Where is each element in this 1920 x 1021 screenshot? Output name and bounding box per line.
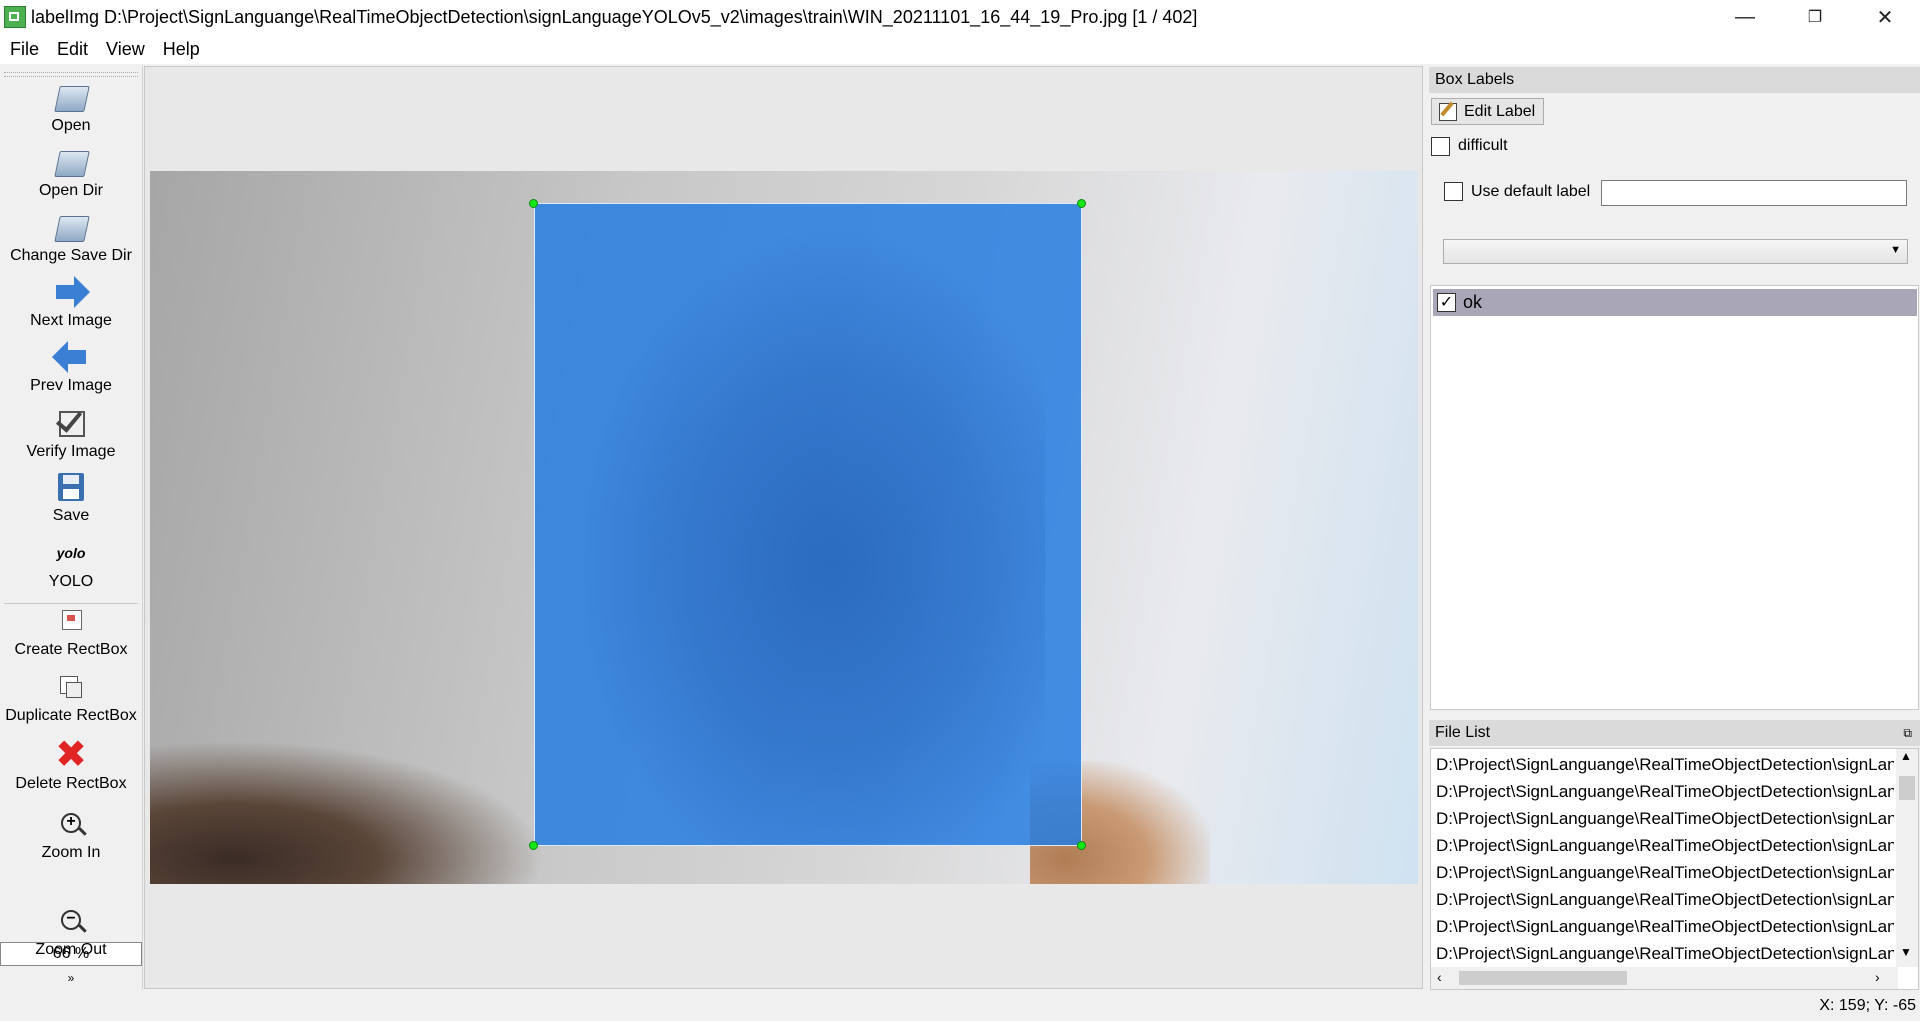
status-bar: X: 159; Y: -65 (0, 993, 1920, 1021)
delete-x-icon: ✖ (55, 734, 87, 776)
duplicate-rectbox-button[interactable]: Duplicate RectBox (0, 670, 142, 725)
cursor-coordinates: X: 159; Y: -65 (1819, 997, 1916, 1014)
left-toolbar: Open Open Dir Change Save Dir Next Image… (0, 66, 143, 989)
edit-label-text: Edit Label (1464, 103, 1536, 120)
open-button[interactable]: Open (0, 80, 142, 135)
file-list-item[interactable]: D:\Project\SignLanguange\RealTimeObjectD… (1436, 913, 1894, 940)
open-dir-label: Open Dir (38, 182, 104, 199)
file-list-vertical-scrollbar[interactable]: ▲ ▼ (1896, 749, 1918, 967)
default-label-input[interactable] (1601, 180, 1907, 206)
minimize-button[interactable]: — (1710, 0, 1780, 34)
verify-image-button[interactable]: Verify Image (0, 405, 142, 461)
menu-file[interactable]: File (0, 39, 48, 60)
create-rectbox-icon (54, 604, 88, 638)
prev-image-label: Prev Image (30, 377, 112, 394)
menu-view[interactable]: View (97, 39, 154, 60)
zoom-out-label: Zoom Out (35, 941, 107, 958)
save-button[interactable]: Save (0, 470, 142, 525)
bounding-box-ok[interactable] (534, 203, 1082, 846)
arrow-right-icon (54, 275, 90, 309)
file-list-item[interactable]: D:\Project\SignLanguange\RealTimeObjectD… (1436, 805, 1894, 832)
verify-image-label: Verify Image (26, 443, 116, 460)
zoom-in-button[interactable]: + Zoom In (0, 807, 142, 862)
scroll-thumb[interactable] (1899, 776, 1915, 800)
delete-rectbox-label: Delete RectBox (15, 775, 127, 792)
file-list-item[interactable]: D:\Project\SignLanguange\RealTimeObjectD… (1436, 886, 1894, 913)
file-list[interactable]: D:\Project\SignLanguange\RealTimeObjectD… (1430, 748, 1919, 990)
restore-button[interactable]: ❐ (1780, 0, 1850, 34)
window-title: labelImg D:\Project\SignLanguange\RealTi… (31, 6, 1198, 27)
bbox-handle-top-right[interactable] (1077, 199, 1086, 208)
label-list[interactable]: ✓ ok (1430, 285, 1919, 710)
open-dir-button[interactable]: Open Dir (0, 145, 142, 200)
change-save-dir-button[interactable]: Change Save Dir (0, 210, 142, 265)
file-list-item[interactable]: D:\Project\SignLanguange\RealTimeObjectD… (1436, 751, 1894, 778)
file-list-horizontal-scrollbar[interactable]: ‹ › (1431, 967, 1898, 989)
scroll-thumb[interactable] (1459, 971, 1627, 985)
scroll-right-icon[interactable]: › (1875, 969, 1880, 985)
duplicate-icon (54, 670, 88, 704)
chevron-down-icon: ▼ (1890, 244, 1901, 256)
label-combobox[interactable]: ▼ (1443, 239, 1908, 264)
folder-icon (54, 80, 90, 114)
difficult-checkbox[interactable] (1431, 137, 1450, 156)
menu-edit[interactable]: Edit (48, 39, 97, 60)
toolbar-grip[interactable] (4, 72, 138, 77)
close-button[interactable]: ✕ (1850, 0, 1920, 34)
yolo-label: YOLO (48, 573, 94, 590)
yolo-icon: yolo (56, 545, 86, 561)
floppy-disk-icon (54, 470, 88, 504)
bbox-handle-bottom-left[interactable] (529, 841, 538, 850)
toolbar-more-chevron-icon[interactable]: » (0, 971, 142, 985)
create-rectbox-label: Create RectBox (14, 641, 128, 658)
box-labels-header: Box Labels (1429, 67, 1920, 93)
file-list-item[interactable]: D:\Project\SignLanguange\RealTimeObjectD… (1436, 778, 1894, 805)
zoom-out-button[interactable]: − Zoom Out (0, 904, 142, 959)
label-list-item[interactable]: ✓ ok (1433, 289, 1917, 316)
file-list-item[interactable]: D:\Project\SignLanguange\RealTimeObjectD… (1436, 832, 1894, 859)
menu-help[interactable]: Help (154, 39, 209, 60)
use-default-label-text: Use default label (1471, 183, 1591, 200)
change-save-dir-label: Change Save Dir (10, 247, 132, 264)
prev-image-button[interactable]: Prev Image (0, 340, 142, 395)
file-list-title: File List (1435, 724, 1491, 741)
scroll-down-icon[interactable]: ▼ (1900, 945, 1912, 959)
dock-float-icon[interactable]: ⧉ (1903, 720, 1912, 746)
edit-label-button[interactable]: Edit Label (1431, 98, 1544, 125)
next-image-label: Next Image (30, 312, 112, 329)
zoom-in-icon: + (54, 807, 88, 841)
delete-rectbox-button[interactable]: ✖ Delete RectBox (0, 734, 142, 793)
app-logo-icon (4, 6, 26, 28)
create-rectbox-button[interactable]: Create RectBox (0, 604, 142, 659)
arrow-left-icon (52, 340, 88, 374)
checkbox-check-icon (54, 405, 88, 440)
open-label: Open (51, 117, 91, 134)
use-default-label-checkbox[interactable] (1444, 182, 1463, 201)
difficult-label: difficult (1458, 137, 1508, 154)
file-list-item[interactable]: D:\Project\SignLanguange\RealTimeObjectD… (1436, 940, 1894, 967)
hand-shape (575, 224, 1045, 844)
label-visible-checkbox[interactable]: ✓ (1437, 293, 1456, 312)
menu-bar: File Edit View Help (0, 34, 1920, 64)
save-label: Save (52, 507, 90, 524)
scroll-left-icon[interactable]: ‹ (1437, 969, 1442, 985)
title-bar: labelImg D:\Project\SignLanguange\RealTi… (0, 0, 1920, 34)
file-list-header: File List ⧉ (1429, 720, 1920, 746)
folder-icon (54, 145, 90, 179)
yolo-format-button[interactable]: yolo YOLO (0, 536, 142, 591)
zoom-in-label: Zoom In (41, 844, 101, 861)
scroll-up-icon[interactable]: ▲ (1900, 749, 1912, 763)
duplicate-rectbox-label: Duplicate RectBox (5, 707, 137, 724)
folder-icon (54, 210, 90, 244)
bbox-handle-top-left[interactable] (529, 199, 538, 208)
bbox-handle-bottom-right[interactable] (1077, 841, 1086, 850)
file-list-item[interactable]: D:\Project\SignLanguange\RealTimeObjectD… (1436, 859, 1894, 886)
image-dark-region (150, 731, 570, 884)
edit-pencil-icon (1439, 103, 1457, 121)
next-image-button[interactable]: Next Image (0, 275, 142, 330)
box-labels-title: Box Labels (1435, 71, 1515, 88)
label-name: ok (1463, 292, 1483, 312)
zoom-out-icon: − (54, 904, 88, 938)
